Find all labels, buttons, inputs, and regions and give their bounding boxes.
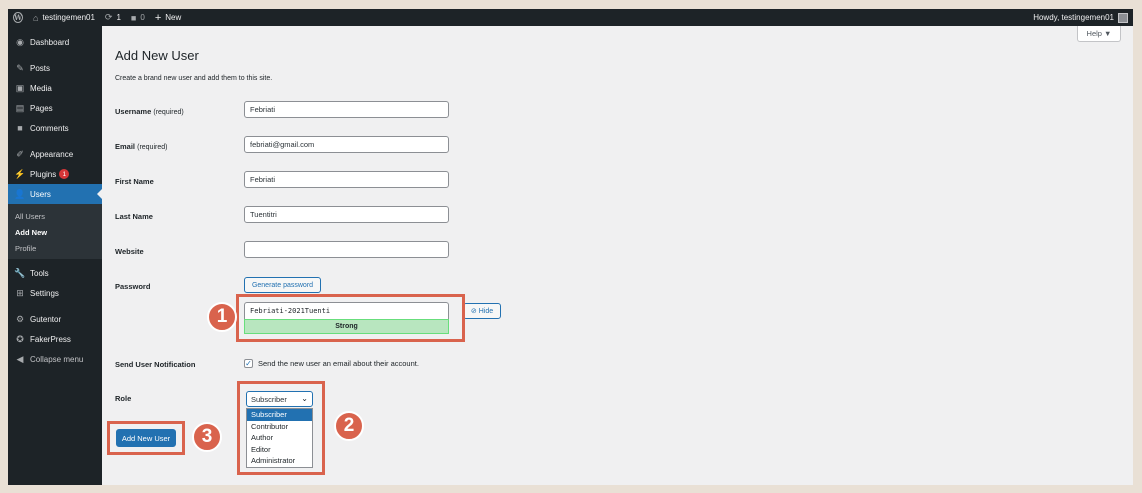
menu-label: Posts xyxy=(30,63,51,73)
home-icon: ⌂ xyxy=(33,12,39,23)
first-name-label: First Name xyxy=(115,177,154,186)
generate-password-button[interactable]: Generate password xyxy=(244,277,321,293)
howdy-text: Howdy, testingemen01 xyxy=(1033,13,1114,22)
notification-text: Send the new user an email about their a… xyxy=(258,359,419,368)
hide-label: Hide xyxy=(478,307,494,315)
menu-plugins[interactable]: ⚡ Plugins 1 xyxy=(8,164,102,184)
menu-users[interactable]: 👤 Users xyxy=(8,184,102,204)
users-icon: 👤 xyxy=(14,188,26,199)
website-field[interactable] xyxy=(244,241,449,258)
menu-label: Settings xyxy=(30,288,59,298)
username-field[interactable]: Febriati xyxy=(244,101,449,118)
role-label: Role xyxy=(115,394,132,403)
menu-tools[interactable]: 🔧 Tools xyxy=(8,263,102,283)
settings-icon: ⊞ xyxy=(16,287,24,298)
fakerpress-icon: ✪ xyxy=(16,333,24,344)
gutentor-icon: ⚙ xyxy=(15,313,25,324)
menu-label: Plugins xyxy=(30,169,57,179)
email-field[interactable]: febriati@gmail.com xyxy=(244,136,449,153)
wrench-icon: 🔧 xyxy=(14,267,26,278)
highlight-submit xyxy=(107,421,185,455)
notification-label: Send User Notification xyxy=(115,360,196,369)
main-content: Help ▼ Add New User Create a brand new u… xyxy=(102,26,1133,485)
menu-comments[interactable]: ■ Comments xyxy=(8,118,102,138)
admin-bar: W ⌂ testingemen01 ⟳ 1 ■ 0 + New Howdy, t… xyxy=(8,9,1133,26)
new-label: New xyxy=(165,13,182,22)
refresh-icon: ⟳ xyxy=(104,12,113,22)
notification-option: ✓ Send the new user an email about their… xyxy=(244,359,419,368)
menu-label: Media xyxy=(30,83,52,93)
step-2-marker: 2 xyxy=(334,411,364,441)
wp-admin-frame: W ⌂ testingemen01 ⟳ 1 ■ 0 + New Howdy, t… xyxy=(8,9,1133,485)
comment-icon: ■ xyxy=(17,123,23,133)
username-label-text: Username xyxy=(115,107,152,116)
updates-count: 1 xyxy=(116,13,121,22)
menu-label: Users xyxy=(30,189,51,199)
menu-label: Pages xyxy=(30,103,53,113)
highlight-role xyxy=(237,381,325,475)
menu-media[interactable]: ▣ Media xyxy=(8,78,102,98)
menu-dashboard[interactable]: ◉ Dashboard xyxy=(8,32,102,52)
menu-label: FakerPress xyxy=(30,334,71,344)
menu-label: Tools xyxy=(30,268,49,278)
collapse-icon: ◀ xyxy=(16,353,24,364)
menu-posts[interactable]: ✎ Posts xyxy=(8,58,102,78)
avatar xyxy=(1118,12,1128,23)
pages-icon: ▤ xyxy=(15,102,25,113)
wordpress-icon: W xyxy=(13,12,23,23)
hide-password-button[interactable]: ⊘ Hide xyxy=(463,303,501,319)
plus-icon: + xyxy=(154,11,162,24)
menu-label: Gutentor xyxy=(30,314,62,324)
my-account-menu[interactable]: Howdy, testingemen01 xyxy=(1033,12,1133,23)
menu-label: Appearance xyxy=(30,149,74,159)
help-tab-button[interactable]: Help ▼ xyxy=(1077,26,1121,42)
notification-checkbox[interactable]: ✓ xyxy=(244,359,253,368)
submenu-all-users[interactable]: All Users xyxy=(8,208,102,224)
required-note: (required) xyxy=(137,144,168,151)
page-intro: Create a brand new user and add them to … xyxy=(115,75,273,82)
menu-label: Collapse menu xyxy=(30,354,84,364)
comment-bubble-icon: ■ xyxy=(130,12,137,23)
pin-icon: ✎ xyxy=(16,62,24,73)
eye-slash-icon: ⊘ xyxy=(470,308,477,315)
new-content-menu[interactable]: + New xyxy=(150,9,186,26)
email-label: Email (required) xyxy=(115,142,167,151)
step-3-marker: 3 xyxy=(192,422,222,452)
username-label: Username (required) xyxy=(115,107,184,116)
plugins-update-badge: 1 xyxy=(59,169,70,179)
dashboard-icon: ◉ xyxy=(16,36,24,47)
menu-label: Comments xyxy=(30,123,69,133)
comments-count: 0 xyxy=(140,13,145,22)
menu-collapse[interactable]: ◀ Collapse menu xyxy=(8,349,102,369)
required-note: (required) xyxy=(153,109,184,116)
last-name-label: Last Name xyxy=(115,212,153,221)
menu-pages[interactable]: ▤ Pages xyxy=(8,98,102,118)
comments-menu[interactable]: ■ 0 xyxy=(126,9,150,26)
password-label: Password xyxy=(115,282,151,291)
users-submenu: All Users Add New Profile xyxy=(8,204,102,259)
admin-sidebar: ◉ Dashboard ✎ Posts ▣ Media ▤ Pages ■ Co… xyxy=(8,26,102,485)
last-name-field[interactable]: Tuentitri xyxy=(244,206,449,223)
website-label: Website xyxy=(115,247,144,256)
wordpress-logo-menu[interactable]: W xyxy=(8,9,28,26)
media-icon: ▣ xyxy=(15,82,25,93)
page-title: Add New User xyxy=(115,48,199,63)
menu-label: Dashboard xyxy=(30,37,70,47)
menu-fakerpress[interactable]: ✪ FakerPress xyxy=(8,329,102,349)
menu-settings[interactable]: ⊞ Settings xyxy=(8,283,102,303)
brush-icon: ✐ xyxy=(16,148,24,159)
email-label-text: Email xyxy=(115,142,136,151)
site-name: testingemen01 xyxy=(42,13,95,22)
plug-icon: ⚡ xyxy=(14,168,26,179)
menu-appearance[interactable]: ✐ Appearance xyxy=(8,144,102,164)
highlight-password xyxy=(236,294,465,342)
step-1-marker: 1 xyxy=(207,302,237,332)
site-name-menu[interactable]: ⌂ testingemen01 xyxy=(28,9,100,26)
submenu-profile[interactable]: Profile xyxy=(8,240,102,256)
menu-gutentor[interactable]: ⚙ Gutentor xyxy=(8,309,102,329)
submenu-add-new[interactable]: Add New xyxy=(8,224,102,240)
updates-menu[interactable]: ⟳ 1 xyxy=(100,9,126,26)
first-name-field[interactable]: Febriati xyxy=(244,171,449,188)
